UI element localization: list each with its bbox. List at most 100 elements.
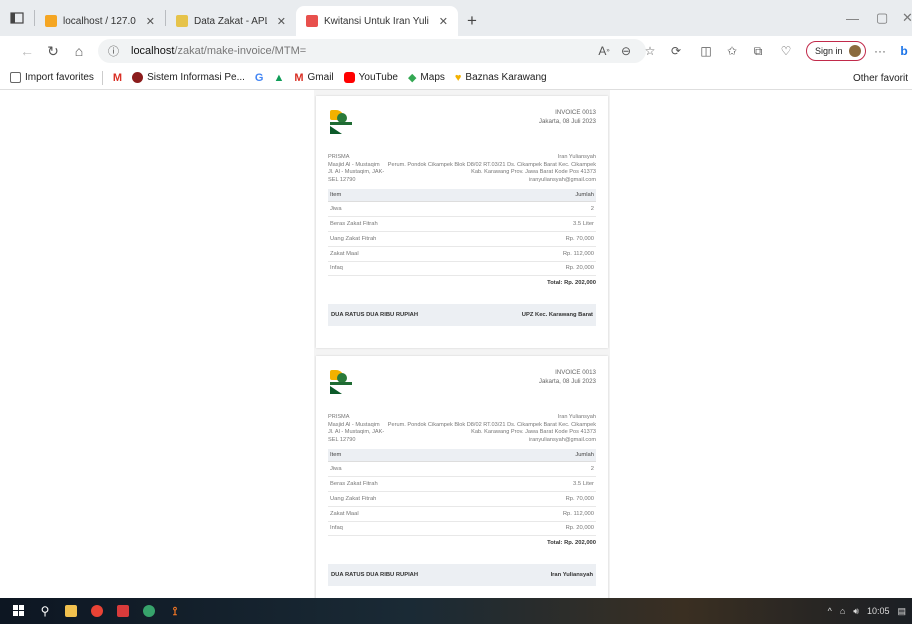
table-row: Beras Zakat Fitrah 3.5 Liter [328,476,596,492]
favorite-youtube[interactable]: YouTube [343,72,398,83]
close-icon[interactable]: ✕ [439,15,448,28]
invoice-meta: INVOICE 0013 Jakarta, 08 Juli 2023 [539,368,596,386]
home-button[interactable]: ⌂ [66,38,92,64]
recipient-line: Iran Yuliansyah [557,154,596,160]
favorite-gmail-1[interactable]: M [113,72,122,84]
taskbar-file-explorer[interactable] [58,598,84,624]
favorite-drive[interactable]: ▲ [273,72,284,84]
refresh-button[interactable]: ↻ [40,38,66,64]
gmail-icon: M [112,71,123,84]
chevron-up-icon[interactable]: ^ [828,606,832,616]
back-arrow-icon: ← [20,43,34,59]
favorite-gmail-2[interactable]: M Gmail [294,72,333,84]
recipient-line: Kab. Karawang Prov. Jawa Barat Kode Pos … [471,169,596,176]
taskbar-edge[interactable] [136,598,162,624]
phpmyadmin-icon [45,15,57,27]
other-favorites[interactable]: Other favorit [845,66,912,90]
refresh-icon: ↻ [47,42,59,59]
zoom-icon[interactable]: ⊖ [616,41,636,61]
invoice-meta: INVOICE 0013 Jakarta, 08 Juli 2023 [539,108,596,126]
info-icon[interactable]: ⓘ [108,43,119,59]
taskbar-search-button[interactable]: ⚲ [32,598,58,624]
xampp-icon: ⟟ [172,603,178,618]
amount-in-words: DUA RATUS DUA RIBU RUPIAH [331,312,419,319]
tab-kwitansi[interactable]: Kwitansi Untuk Iran Yuliansyah ✕ [296,6,458,36]
restore-button[interactable]: ▢ [876,0,888,36]
youtube-icon [343,72,355,83]
invoice-footer: DUA RATUS DUA RIBU RUPIAH Iran Yuliansya… [328,564,596,587]
recipient-line: iranyuliansyah@gmail.com [529,436,596,443]
invoice-items-table: Item Jumlah Jiwa 2 Beras Zakat Fitrah 3.5 … [328,189,596,277]
more-menu-button[interactable]: ··· [870,41,890,61]
favorite-label: YouTube [358,72,398,83]
invoice-items-table: Item Jumlah Jiwa 2 Beras Zakat Fitrah 3.5 … [328,449,596,537]
sender-line: Jl. Al - Mustaqim, JAK- [328,169,385,176]
home-icon: ⌂ [74,43,84,59]
favorite-maps[interactable]: ◆ Maps [408,71,445,84]
sign-in-button[interactable]: Sign in [806,41,866,61]
invoice-total: Total: Rp. 202,000 [547,540,596,547]
sender-line: PRISMA [328,414,350,420]
notifications-icon[interactable]: ▤ [897,606,906,617]
invoice-header: INVOICE 0013 Jakarta, 08 Juli 2023 [328,368,596,410]
taskbar-xampp[interactable]: ⟟ [162,598,188,624]
minimize-button[interactable]: — [846,0,859,36]
taskbar-app[interactable] [110,598,136,624]
favorite-label: Sistem Informasi Pe... [147,72,245,83]
tab-title: Kwitansi Untuk Iran Yuliansyah [324,15,429,27]
favorite-sistem-informasi[interactable]: Sistem Informasi Pe... [132,72,245,83]
table-row: Uang Zakat Fitrah Rp. 70,000 [328,231,596,247]
sender-line: SEL 12790 [328,176,356,183]
maps-icon: ◆ [407,72,417,84]
browser-essentials-icon[interactable]: ♡ [776,41,796,61]
favorite-star-icon[interactable]: ☆ [640,41,660,61]
invoice-card: INVOICE 0013 Jakarta, 08 Juli 2023 PRISM… [316,356,608,598]
clock[interactable]: 10:05 [867,606,890,616]
invoice-total: Total: Rp. 202,000 [547,280,596,287]
row-item: Jiwa [328,201,488,218]
new-tab-button[interactable]: + [458,6,486,36]
recipient-line: iranyuliansyah@gmail.com [529,176,596,183]
close-icon[interactable]: ✕ [277,15,286,28]
close-window-button[interactable]: ✕ [902,0,912,36]
favorite-label: Baznas Karawang [465,72,547,83]
row-item: Infaq [328,521,488,537]
taskbar-chrome[interactable] [84,598,110,624]
table-row: Zakat Maal Rp. 112,000 [328,246,596,262]
favorite-label: Import favorites [25,72,94,83]
close-icon[interactable]: ✕ [146,15,155,28]
favorite-import[interactable]: Import favorites [10,72,94,83]
favorites-list-icon[interactable]: ✩ [722,41,742,61]
start-button[interactable] [6,598,32,624]
row-amount: Rp. 112,000 [487,506,596,522]
extensions-icon[interactable]: ⟳ [666,41,686,61]
invoice-footer: DUA RATUS DUA RIBU RUPIAH UPZ Kec. Karaw… [328,304,596,327]
chrome-icon [91,605,103,617]
favorite-baznas[interactable]: ♥ Baznas Karawang [455,72,547,84]
volume-icon[interactable]: 🔊︎ [853,606,859,617]
row-item: Uang Zakat Fitrah [328,491,488,507]
collections-icon[interactable]: ⧉ [748,41,768,61]
sender-line: Jl. Al - Mustaqim, JAK- [328,429,385,436]
tab-phpmyadmin[interactable]: localhost / 127.0.0.1 | phpMyAdr ✕ [35,6,165,36]
back-button[interactable]: ← [14,38,40,64]
row-item: Zakat Maal [328,246,488,262]
favorite-label: Maps [420,72,445,83]
tab-actions-button[interactable] [0,0,34,36]
row-amount: 3.5 Liter [487,476,596,492]
url-field[interactable]: ⓘ localhost/zakat/make-invoice/MTM= [98,39,646,63]
network-icon[interactable]: ⌂ [840,606,845,616]
favorite-google[interactable]: G [255,72,264,84]
column-header-item: Item [328,449,488,463]
table-row: Infaq Rp. 20,000 [328,521,596,537]
tab-data-zakat[interactable]: Data Zakat - APLIKASI PENGELOL ✕ [166,6,296,36]
read-aloud-icon[interactable]: A» [594,41,614,61]
globe-icon [132,72,144,83]
import-icon [10,72,21,83]
split-screen-icon[interactable]: ◫ [696,41,716,61]
row-item: Infaq [328,261,488,277]
bing-copilot-icon[interactable]: b [894,41,912,61]
edge-icon [143,605,155,617]
table-header-row: Item Jumlah [328,189,596,203]
page-viewport[interactable]: INVOICE 0013 Jakarta, 08 Juli 2023 PRISM… [0,90,912,598]
